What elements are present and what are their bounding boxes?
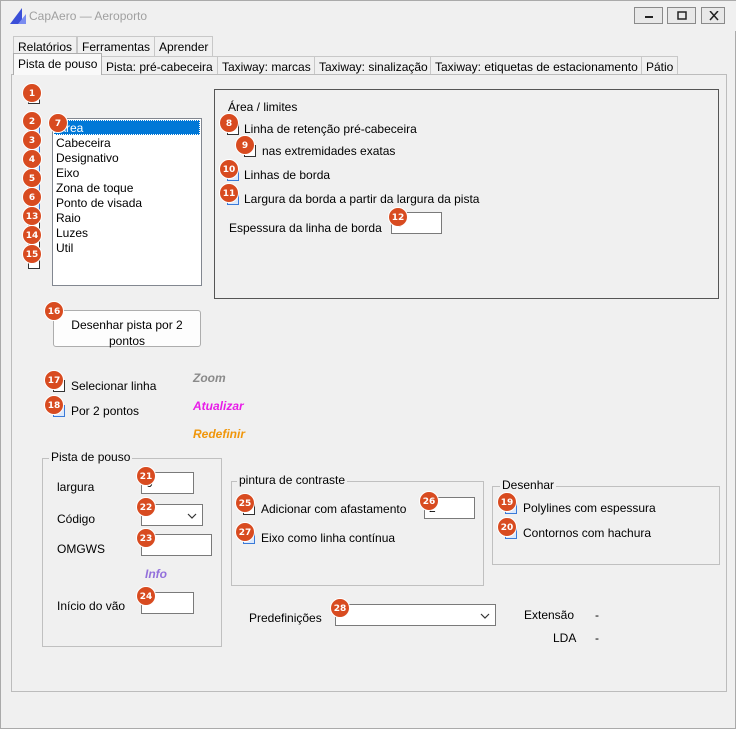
tab-aprender[interactable]: Aprender: [154, 36, 214, 56]
contrast-group-caption: pintura de contraste: [237, 473, 348, 487]
badge-22: 22: [136, 497, 156, 517]
tab-patio[interactable]: Pátio: [641, 56, 679, 76]
app-logo-icon: [10, 8, 26, 24]
omgws-label: OMGWS: [57, 542, 105, 556]
draw-group-caption: Desenhar: [500, 478, 557, 492]
badge-2: 2: [22, 111, 42, 131]
list-item-area[interactable]: Área: [54, 120, 200, 135]
zoom-link[interactable]: Zoom: [193, 371, 226, 385]
extension-value: -: [595, 608, 599, 622]
area-limites-caption: Área / limites: [228, 100, 298, 114]
reset-link[interactable]: Redefinir: [193, 427, 245, 441]
add-offset-label: Adicionar com afastamento: [261, 502, 407, 516]
list-item-luzes[interactable]: Luzes: [53, 226, 201, 241]
close-icon: [709, 11, 719, 21]
list-item-ponto-de-visada[interactable]: Ponto de visada: [53, 196, 201, 211]
badge-3: 3: [22, 130, 42, 150]
span-start-label: Início do vão: [57, 599, 126, 613]
close-button[interactable]: [701, 7, 725, 24]
badge-12: 12: [388, 207, 408, 227]
badge-23: 23: [136, 528, 156, 548]
list-item-eixo[interactable]: Eixo: [53, 166, 201, 181]
title-bar: CapAero — Aeroporto: [1, 1, 736, 31]
exact-ends-label: nas extremidades exatas: [262, 144, 396, 158]
badge-20-number: 20: [497, 517, 517, 537]
lda-label: LDA: [553, 631, 577, 645]
badge-9: 9: [235, 135, 255, 155]
list-item-raio[interactable]: Raio: [53, 211, 201, 226]
list-item-util[interactable]: Util: [53, 241, 201, 256]
window-title: CapAero — Aeroporto: [29, 9, 148, 23]
lda-value: -: [595, 631, 599, 645]
badge-8: 8: [219, 113, 239, 133]
extension-label: Extensão: [524, 608, 575, 622]
maximize-button[interactable]: [667, 7, 696, 24]
badge-7: 7: [48, 113, 68, 133]
tab-pista-de-pouso[interactable]: Pista de pouso: [13, 53, 103, 75]
presets-label: Predefinições: [249, 611, 322, 625]
list-item-zona-de-toque[interactable]: Zona de toque: [53, 181, 201, 196]
edge-thickness-label: Espessura da linha de borda: [229, 221, 382, 235]
badge-27: 27: [235, 522, 255, 542]
badge-17: 17: [44, 370, 64, 390]
badge-14: 14: [22, 225, 42, 245]
tab-pista-pre-cabeceira[interactable]: Pista: pré-cabeceira: [101, 56, 218, 76]
badge-13: 13: [22, 206, 42, 226]
draw-runway-2-points-button[interactable]: Desenhar pista por 2 pontos: [53, 310, 201, 348]
retention-line-label: Linha de retenção pré-cabeceira: [244, 122, 417, 136]
badge-5: 5: [22, 168, 42, 188]
info-link[interactable]: Info: [145, 567, 167, 581]
list-item-cabeceira[interactable]: Cabeceira: [53, 136, 201, 151]
chevron-down-icon: [480, 613, 490, 619]
hatch-label: Contornos com hachura: [523, 526, 652, 540]
chevron-down-icon: [187, 513, 197, 519]
badge-4: 4: [22, 149, 42, 169]
code-label: Código: [57, 512, 96, 526]
badge-16: 16: [44, 301, 64, 321]
badge-24: 24: [136, 586, 156, 606]
by-2-points-label: Por 2 pontos: [71, 404, 140, 418]
width-label: largura: [57, 480, 95, 494]
badge-25: 25: [235, 493, 255, 513]
runway-group-caption: Pista de pouso: [49, 450, 133, 464]
edge-lines-label: Linhas de borda: [244, 168, 331, 182]
select-line-label: Selecionar linha: [71, 379, 157, 393]
badge-21: 21: [136, 466, 156, 486]
badge-1: 1: [22, 83, 42, 103]
badge-10: 10: [219, 159, 239, 179]
presets-select[interactable]: [335, 604, 496, 626]
tab-taxiway-sinalizacao[interactable]: Taxiway: sinalização: [314, 56, 433, 76]
edge-width-label: Largura da borda a partir da largura da …: [244, 192, 480, 206]
badge-28: 28: [330, 598, 350, 618]
badge-19: 19: [497, 492, 517, 512]
tab-taxiway-marcas[interactable]: Taxiway: marcas: [217, 56, 316, 76]
maximize-icon: [677, 11, 687, 20]
minimize-button[interactable]: [634, 7, 663, 24]
polylines-label: Polylines com espessura: [523, 501, 656, 515]
layer-listbox[interactable]: Área Cabeceira Designativo Eixo Zona de …: [52, 118, 202, 286]
minimize-icon: [645, 16, 653, 18]
main-window: CapAero — Aeroporto Relatórios Ferrament…: [0, 0, 736, 729]
tab-taxiway-etiquetas[interactable]: Taxiway: etiquetas de estacionamento: [430, 56, 643, 76]
badge-26: 26: [419, 491, 439, 511]
badge-6: 6: [22, 187, 42, 207]
badge-15: 15: [22, 244, 42, 264]
badge-11: 11: [219, 183, 239, 203]
badge-18: 18: [44, 395, 64, 415]
solid-centerline-label: Eixo como linha contínua: [261, 531, 396, 545]
list-item-designativo[interactable]: Designativo: [53, 151, 201, 166]
update-link[interactable]: Atualizar: [193, 399, 244, 413]
